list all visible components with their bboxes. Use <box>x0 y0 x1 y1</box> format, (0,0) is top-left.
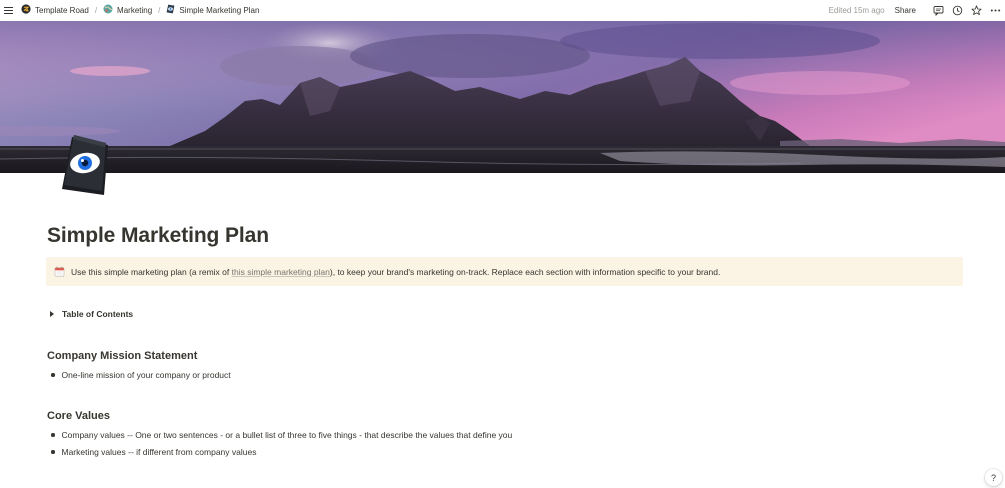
callout-text-before: Use this simple marketing plan (a remix … <box>71 266 232 277</box>
breadcrumb-label: Simple Marketing Plan <box>179 5 260 15</box>
callout-link[interactable]: this simple marketing plan <box>232 267 330 277</box>
page-title[interactable]: Simple Marketing Plan <box>47 224 269 248</box>
heading-company-mission[interactable]: Company Mission Statement <box>47 350 197 362</box>
calendar-icon <box>54 266 65 277</box>
list-item-text: One-line mission of your company or prod… <box>61 370 231 380</box>
clock-icon[interactable] <box>951 4 963 16</box>
breadcrumb-separator: / <box>94 5 98 15</box>
top-bar: Template Road / Marketing / Simple Marke… <box>0 0 1005 20</box>
last-edited-status: Edited 15m ago <box>828 5 885 15</box>
more-icon[interactable] <box>989 4 1001 16</box>
list-item[interactable]: Company values -- One or two sentences -… <box>51 430 512 440</box>
list-item-text: Marketing values -- if different from co… <box>61 447 257 457</box>
breadcrumb-separator: / <box>158 5 161 15</box>
eye-page-icon[interactable] <box>58 133 112 201</box>
table-of-contents-toggle[interactable]: Table of Contents <box>50 309 133 319</box>
star-icon[interactable] <box>970 4 982 16</box>
callout-text: Use this simple marketing plan (a remix … <box>71 267 720 277</box>
heading-core-values[interactable]: Core Values <box>47 410 110 422</box>
template-road-logo-icon <box>21 4 31 16</box>
list-item[interactable]: One-line mission of your company or prod… <box>51 370 231 380</box>
bullet-dot <box>51 433 55 437</box>
share-button[interactable]: Share <box>895 6 916 15</box>
eye-page-icon <box>166 4 175 16</box>
bullet-dot <box>51 450 55 454</box>
callout-text-after: ), to keep your brand's marketing on-tra… <box>329 266 721 277</box>
comment-icon[interactable] <box>932 4 944 16</box>
cover-image <box>0 21 1005 173</box>
breadcrumb-label: Template Road <box>35 5 89 15</box>
sidebar-menu-icon[interactable] <box>4 5 13 15</box>
help-button[interactable]: ? <box>985 469 1002 486</box>
breadcrumb-simple-marketing-plan[interactable]: Simple Marketing Plan <box>165 4 260 16</box>
list-item-text: Company values -- One or two sentences -… <box>61 430 513 440</box>
breadcrumb-label: Marketing <box>117 5 153 15</box>
bullet-dot <box>51 373 55 377</box>
marketing-globe-icon <box>103 4 113 16</box>
toggle-label: Table of Contents <box>62 309 134 319</box>
breadcrumb-marketing[interactable]: Marketing <box>102 4 153 16</box>
toggle-arrow-icon[interactable] <box>50 311 54 317</box>
list-item[interactable]: Marketing values -- if different from co… <box>51 447 256 457</box>
breadcrumb-template-road[interactable]: Template Road <box>20 4 90 16</box>
breadcrumb: Template Road / Marketing / Simple Marke… <box>20 4 260 16</box>
callout-block[interactable]: Use this simple marketing plan (a remix … <box>46 257 963 286</box>
